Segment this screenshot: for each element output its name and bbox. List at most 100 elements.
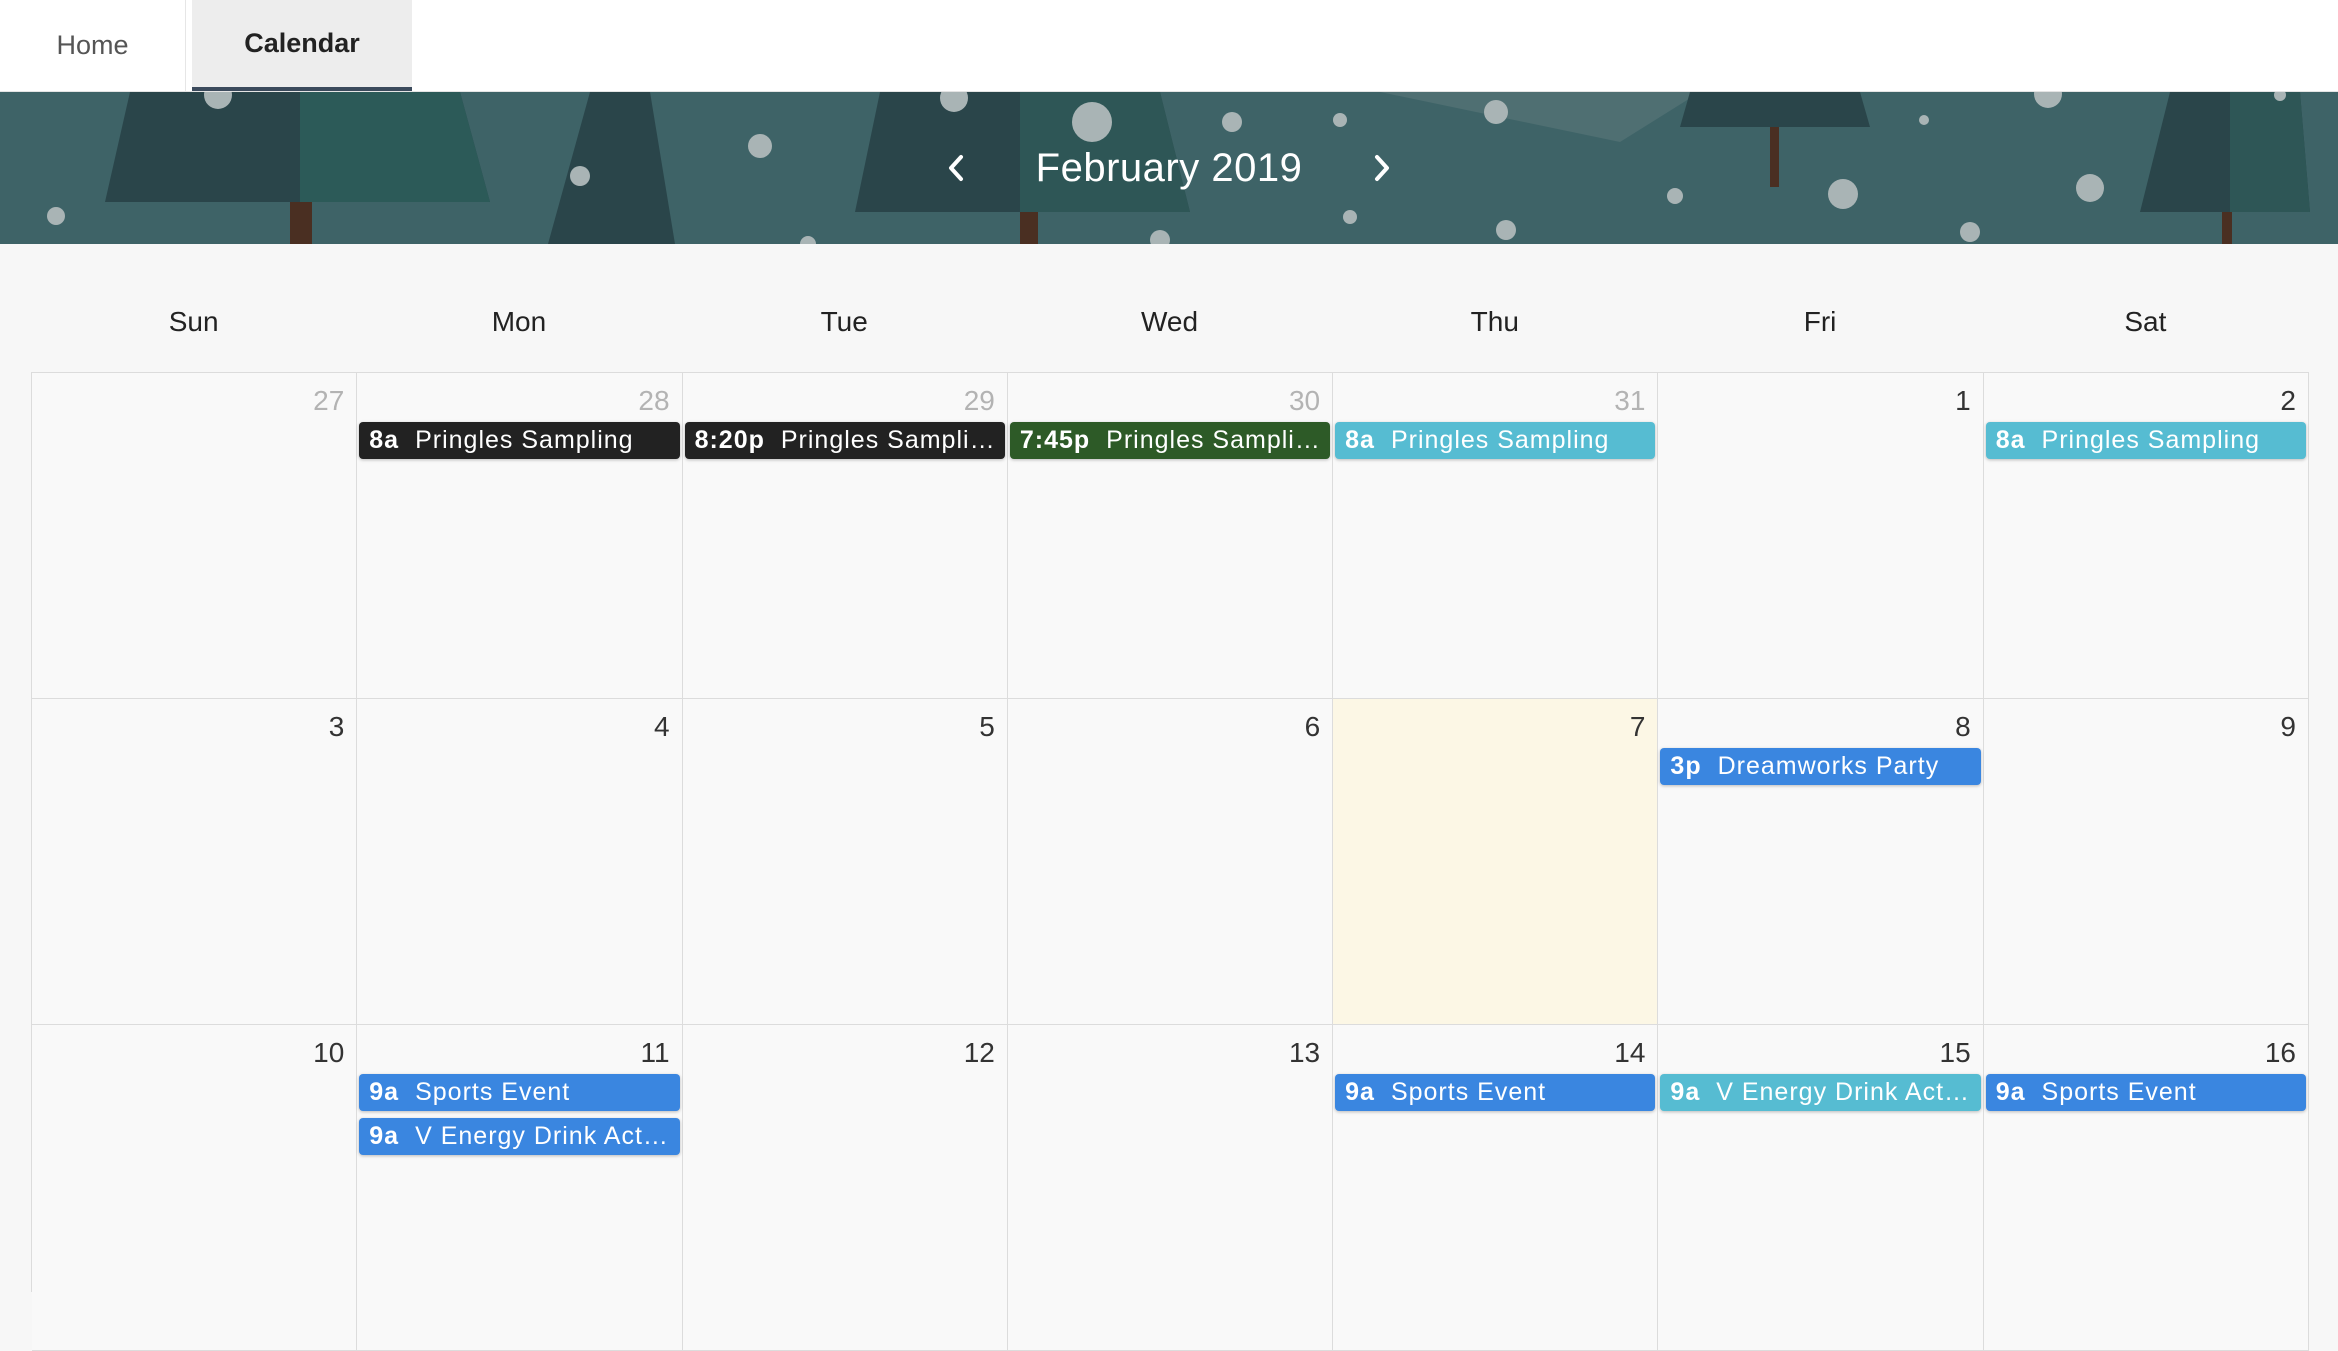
day-number: 1 xyxy=(1955,385,1971,416)
event-title: Pringles Sampling xyxy=(415,426,634,454)
event-time: 9a xyxy=(369,1122,400,1150)
day-number: 12 xyxy=(963,1037,995,1068)
calendar-event[interactable]: 3p Dreamworks Party xyxy=(1660,748,1981,785)
day-number: 6 xyxy=(1304,711,1321,742)
day-cell[interactable]: 4 xyxy=(357,699,683,1025)
day-cell[interactable]: 11 9a Sports Event 9a V Energy Drink Acti… xyxy=(357,1025,683,1351)
weekday-label: Sun xyxy=(168,306,219,337)
event-time: 7:45p xyxy=(1019,426,1091,454)
event-title: Pringles Sampling xyxy=(780,426,995,454)
day-number: 15 xyxy=(1939,1037,1971,1068)
day-cell-today[interactable]: 7 xyxy=(1333,699,1659,1025)
event-time: 9a xyxy=(1345,1078,1375,1106)
day-cell[interactable]: 30 7:45p Pringles Sampling xyxy=(1007,373,1334,699)
weekday-label: Tue xyxy=(820,306,868,337)
day-number: 3 xyxy=(328,711,345,742)
calendar-event[interactable]: 8a Pringles Sampling xyxy=(359,422,680,459)
day-number: 29 xyxy=(963,385,995,416)
day-number: 11 xyxy=(640,1037,670,1068)
day-number: 14 xyxy=(1614,1037,1646,1068)
day-events: 9a Sports Event xyxy=(1985,1074,2306,1118)
calendar-event[interactable]: 9a V Energy Drink Acti… xyxy=(1660,1074,1981,1111)
day-number: 10 xyxy=(313,1037,345,1068)
event-title: V Energy Drink Acti… xyxy=(415,1122,670,1150)
prev-month-button[interactable] xyxy=(926,138,986,198)
top-tab-bar: Home Calendar xyxy=(0,0,2338,92)
weekday-label: Sat xyxy=(2124,306,2167,337)
day-number: 30 xyxy=(1288,385,1321,416)
day-number: 31 xyxy=(1614,385,1646,416)
day-cell[interactable]: 6 xyxy=(1007,699,1334,1025)
event-time: 8a xyxy=(369,426,400,454)
day-events: 8a Pringles Sampling xyxy=(1335,422,1656,466)
day-events: 3p Dreamworks Party xyxy=(1660,748,1981,792)
day-cell[interactable]: 1 xyxy=(1658,373,1984,699)
day-number: 9 xyxy=(2280,711,2296,742)
weekday-label: Fri xyxy=(1803,306,1837,337)
day-cell[interactable]: 10 xyxy=(32,1025,358,1351)
calendar-event[interactable]: 8a Pringles Sampling xyxy=(1985,422,2306,459)
weekday-label: Thu xyxy=(1470,306,1519,337)
day-number: 7 xyxy=(1629,711,1646,742)
event-title: Pringles Sampling xyxy=(2041,426,2261,454)
event-time: 8:20p xyxy=(694,426,765,454)
event-time: 8a xyxy=(1345,426,1375,454)
event-time: 9a xyxy=(1670,1078,1701,1106)
chevron-right-icon xyxy=(1375,155,1390,181)
day-cell[interactable]: 28 8a Pringles Sampling xyxy=(357,373,683,699)
tab-calendar[interactable]: Calendar xyxy=(192,0,412,91)
day-cell[interactable]: 5 xyxy=(682,699,1008,1025)
calendar-month-grid: 27 28 8a Pringles Sampling 29 8:20p Pringles S… xyxy=(31,372,2309,1351)
weekday-label: Wed xyxy=(1140,306,1199,337)
day-cell[interactable]: 13 xyxy=(1007,1025,1334,1351)
event-time: 9a xyxy=(1995,1078,2026,1106)
day-cell[interactable]: 8 3p Dreamworks Party xyxy=(1658,699,1984,1025)
day-cell[interactable]: 29 8:20p Pringles Sampling xyxy=(682,373,1008,699)
day-cell[interactable]: 9 xyxy=(1983,699,2309,1025)
day-number: 27 xyxy=(313,385,345,416)
day-cell[interactable]: 2 8a Pringles Sampling xyxy=(1983,373,2309,699)
day-events: 9a V Energy Drink Acti… xyxy=(1660,1074,1981,1118)
event-time: 8a xyxy=(1995,426,2026,454)
calendar-event[interactable]: 8:20p Pringles Sampling xyxy=(684,422,1005,459)
day-events: 9a Sports Event xyxy=(1335,1074,1656,1118)
day-cell[interactable]: 14 9a Sports Event xyxy=(1333,1025,1659,1351)
calendar-event[interactable]: 9a Sports Event xyxy=(1335,1074,1656,1111)
day-number: 4 xyxy=(653,711,670,742)
day-cell[interactable]: 16 9a Sports Event xyxy=(1983,1025,2309,1351)
day-events: 8a Pringles Sampling xyxy=(359,422,680,466)
event-title: Pringles Sampling xyxy=(1106,426,1321,454)
day-number: 5 xyxy=(979,711,995,742)
calendar-event[interactable]: 9a Sports Event xyxy=(1985,1074,2306,1111)
day-events: 7:45p Pringles Sampling xyxy=(1009,422,1331,466)
calendar-event[interactable]: 8a Pringles Sampling xyxy=(1335,422,1656,459)
tab-home[interactable]: Home xyxy=(0,0,186,91)
event-title: V Energy Drink Acti… xyxy=(1716,1078,1971,1106)
day-cell[interactable]: 3 xyxy=(32,699,358,1025)
day-events: 8:20p Pringles Sampling xyxy=(684,422,1005,466)
event-title: Sports Event xyxy=(1390,1078,1547,1106)
day-cell[interactable]: 15 9a V Energy Drink Acti… xyxy=(1658,1025,1984,1351)
calendar-event[interactable]: 9a V Energy Drink Acti… xyxy=(359,1118,680,1155)
day-number: 13 xyxy=(1288,1037,1321,1068)
weekday-label: Mon xyxy=(491,306,547,337)
calendar-event[interactable]: 7:45p Pringles Sampling xyxy=(1009,422,1331,459)
event-title: Sports Event xyxy=(2041,1078,2197,1106)
month-title: February 2019 xyxy=(1035,145,1303,190)
day-cell[interactable]: 12 xyxy=(682,1025,1008,1351)
event-time: 3p xyxy=(1670,752,1702,780)
weekday-header: Sun Mon Tue Wed Thu Fri Sat xyxy=(31,306,2308,356)
calendar-event[interactable]: 9a Sports Event xyxy=(359,1074,680,1111)
day-number: 16 xyxy=(2264,1037,2296,1068)
day-cell[interactable]: 31 8a Pringles Sampling xyxy=(1333,373,1659,699)
event-title: Dreamworks Party xyxy=(1717,752,1940,780)
day-events: 9a Sports Event 9a V Energy Drink Acti… xyxy=(359,1074,680,1162)
day-cell[interactable]: 27 xyxy=(32,373,358,699)
day-number: 8 xyxy=(1955,711,1971,742)
day-number: 2 xyxy=(2280,385,2296,416)
month-navigation: February 2019 xyxy=(0,92,2338,244)
event-title: Sports Event xyxy=(415,1078,571,1106)
chevron-left-icon xyxy=(948,155,963,181)
next-month-button[interactable] xyxy=(1352,138,1412,198)
event-time: 9a xyxy=(369,1078,400,1106)
